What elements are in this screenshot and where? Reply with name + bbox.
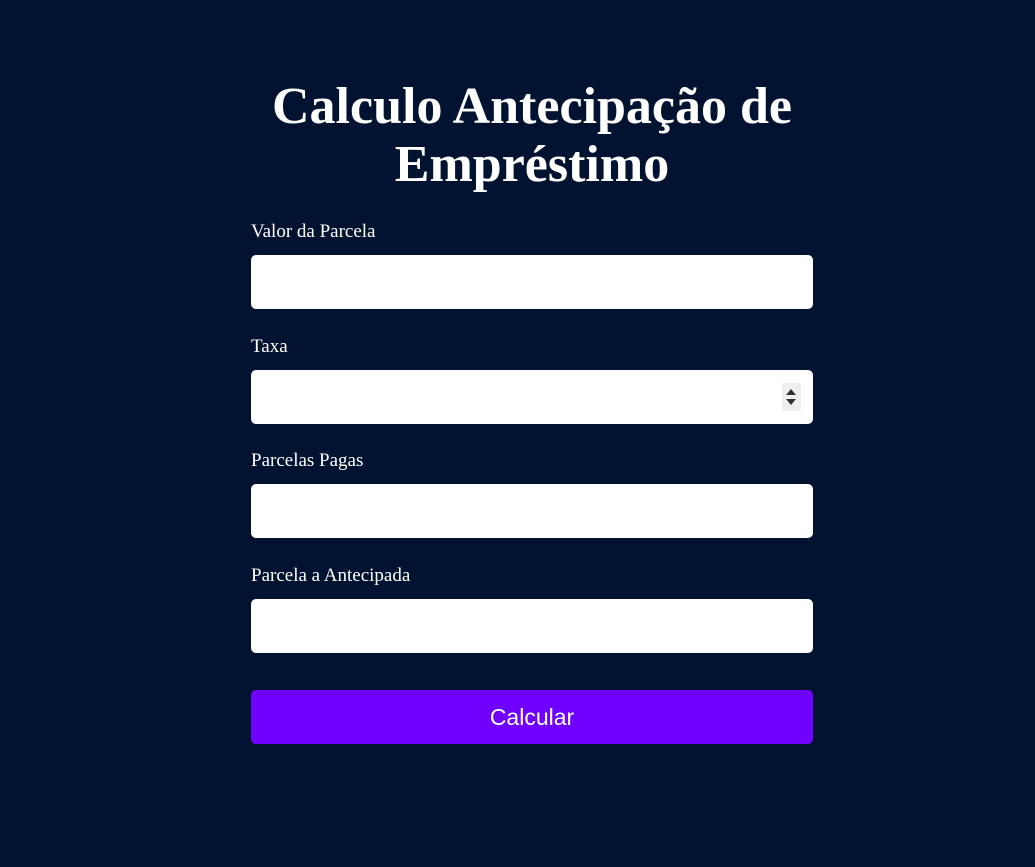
stepper-up-icon[interactable] <box>786 389 796 395</box>
stepper-down-icon[interactable] <box>786 399 796 405</box>
valor-parcela-input[interactable] <box>251 255 813 309</box>
parcelas-pagas-label: Parcelas Pagas <box>251 450 364 471</box>
valor-parcela-label: Valor da Parcela <box>251 221 376 242</box>
taxa-input[interactable] <box>251 370 813 424</box>
page-title: Calculo Antecipação de Empréstimo <box>272 78 792 193</box>
taxa-label: Taxa <box>251 336 288 357</box>
parcelas-pagas-input[interactable] <box>251 484 813 538</box>
number-stepper[interactable] <box>782 383 801 411</box>
parcela-antecipada-label: Parcela a Antecipada <box>251 565 411 586</box>
parcela-antecipada-input[interactable] <box>251 599 813 653</box>
calcular-button[interactable]: Calcular <box>251 690 813 744</box>
